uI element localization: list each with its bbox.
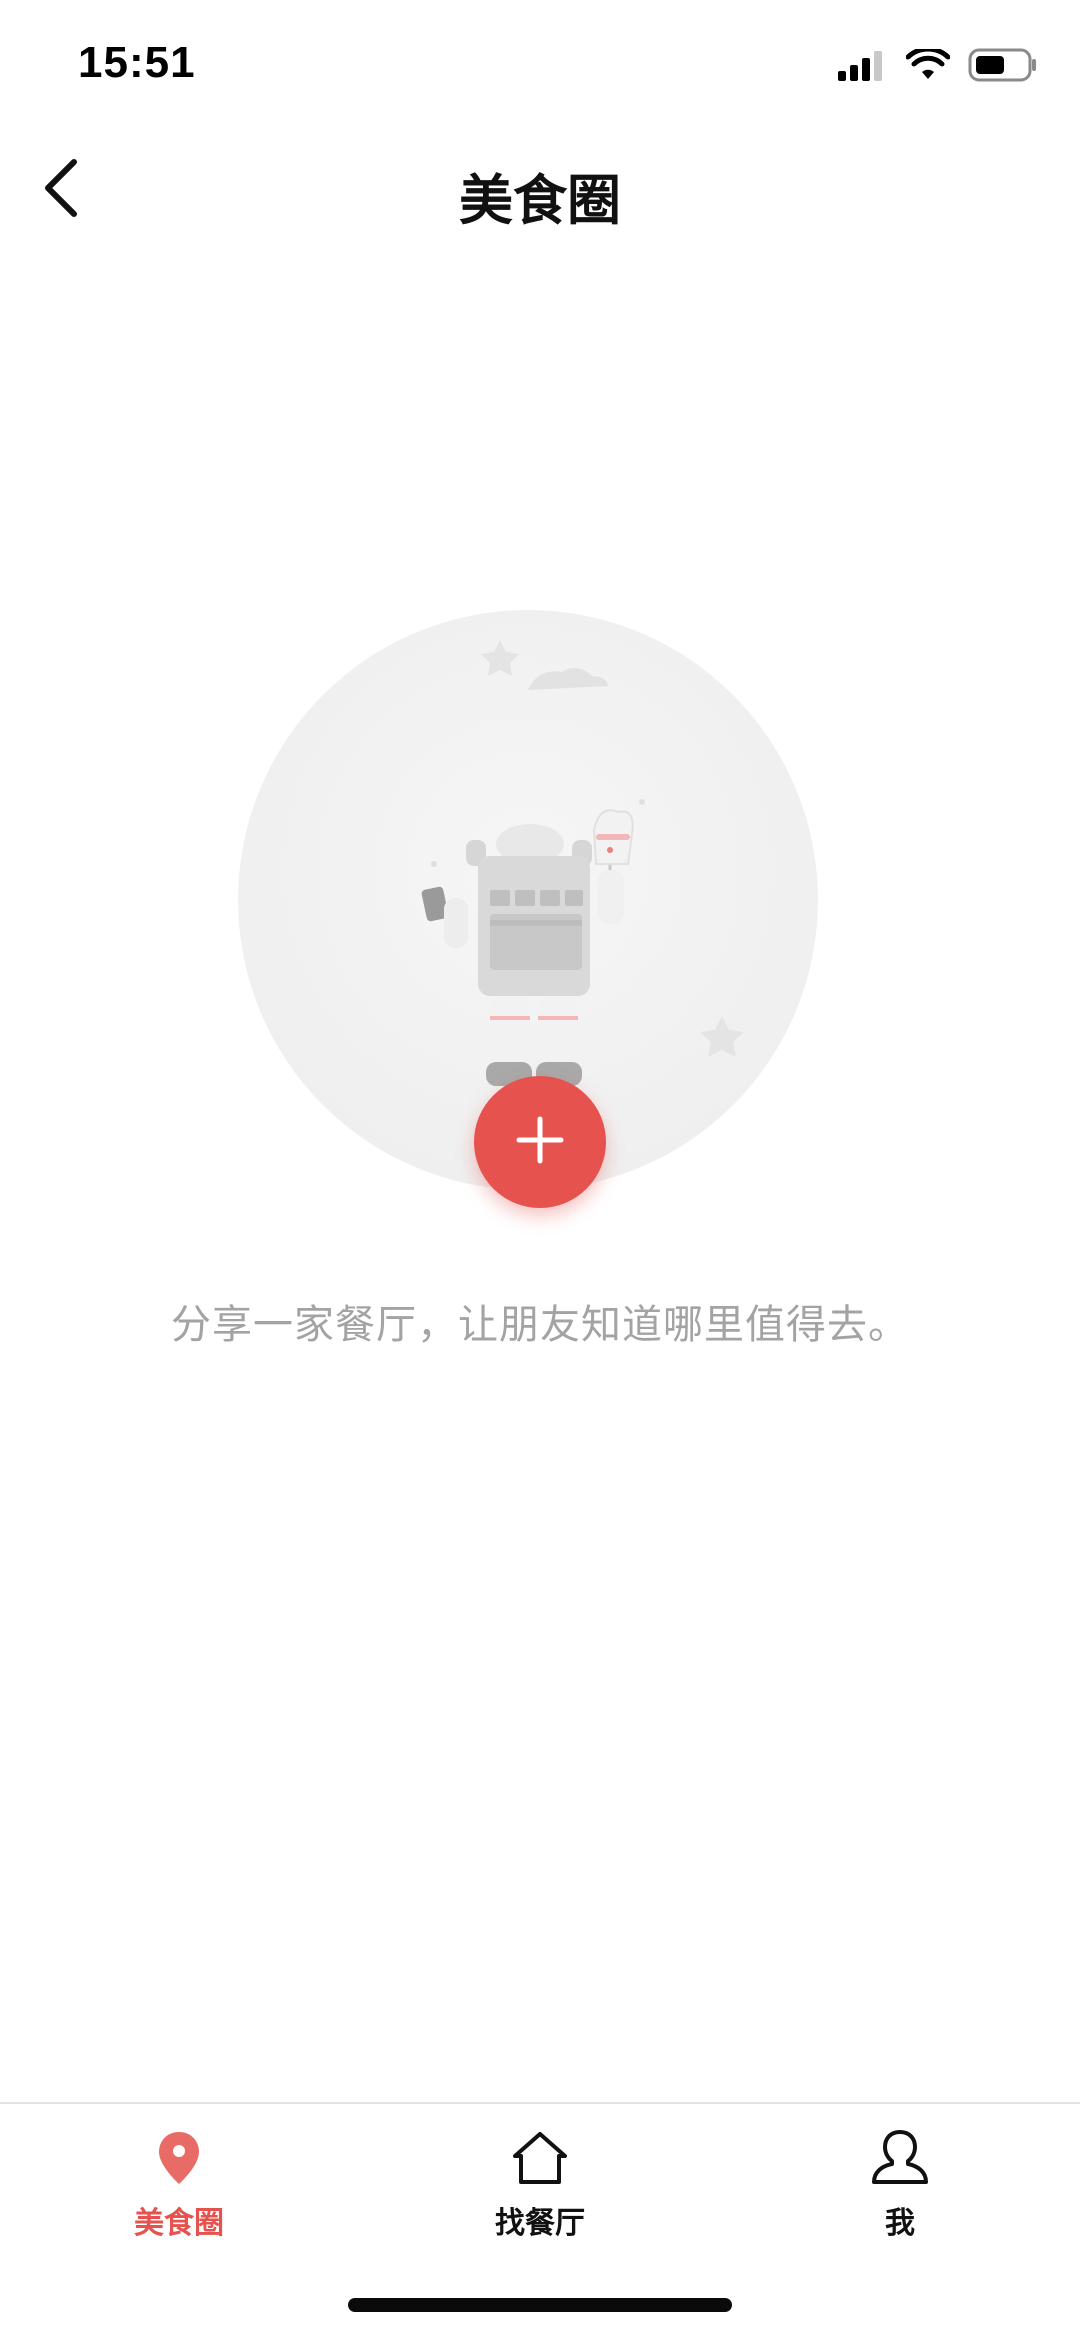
user-icon: [870, 2128, 930, 2190]
home-indicator[interactable]: [348, 2298, 732, 2312]
tab-food-circle[interactable]: 美食圈: [79, 2124, 279, 2244]
status-icons: [838, 46, 1038, 86]
tab-label: 找餐厅: [495, 2206, 585, 2241]
battery-icon: [968, 48, 1038, 86]
add-restaurant-button[interactable]: [474, 1076, 606, 1208]
nav-bar: 美食圈: [0, 130, 1080, 250]
status-bar: 15:51: [0, 0, 1080, 130]
cellular-signal-icon: [838, 49, 888, 85]
wifi-icon: [905, 46, 951, 85]
plus-icon: [515, 1115, 565, 1169]
empty-state-message: 分享一家餐厅，让朋友知道哪里值得去。: [171, 1302, 909, 1348]
page-title: 美食圈: [459, 169, 621, 232]
location-pin-icon: [157, 2130, 201, 2190]
tab-find-restaurant[interactable]: 找餐厅: [440, 2124, 640, 2244]
tab-me[interactable]: 我: [800, 2124, 1000, 2244]
status-time: 15:51: [78, 38, 196, 87]
tab-label: 美食圈: [134, 2206, 224, 2241]
screen: 15:51 美食圈 分享一家餐厅，让朋友知道哪里值得去。 美食圈 找餐厅 我: [0, 0, 1080, 2338]
home-icon: [511, 2130, 569, 2190]
tab-label: 我: [885, 2206, 915, 2241]
